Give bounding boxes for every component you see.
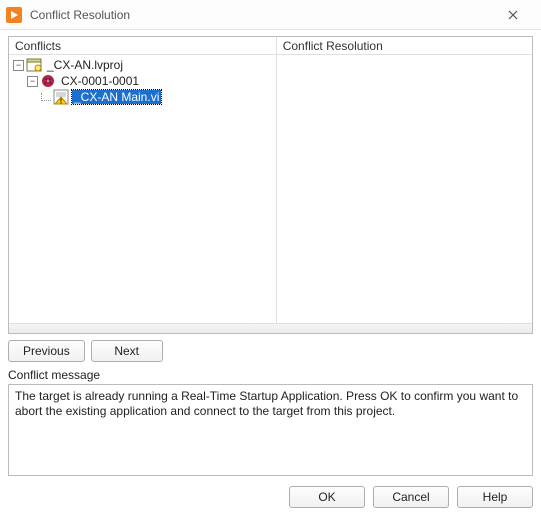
tree-node-label: CX-0001-0001 <box>59 74 141 88</box>
tree-node-label: _CX-AN.lvproj <box>45 58 125 72</box>
dialog-buttons: OK Cancel Help <box>8 486 533 508</box>
tree-node-project[interactable]: − _CX-AN.lvproj <box>13 57 272 73</box>
tree-connector <box>41 93 51 101</box>
tree-node-vi[interactable]: _CX-AN Main.vi <box>13 89 272 105</box>
app-icon <box>6 7 22 23</box>
conflicts-header: Conflicts <box>9 37 276 54</box>
target-icon <box>40 73 56 89</box>
resolution-header: Conflict Resolution <box>276 37 532 54</box>
conflict-message-text: The target is already running a Real-Tim… <box>15 389 518 418</box>
vi-warning-icon <box>53 89 69 105</box>
conflict-message-label: Conflict message <box>8 368 533 382</box>
tree-node-target[interactable]: − CX-0001-0001 <box>13 73 272 89</box>
tree-node-label: _CX-AN Main.vi <box>72 90 161 104</box>
pane-headers: Conflicts Conflict Resolution <box>9 37 532 55</box>
previous-button[interactable]: Previous <box>8 340 85 362</box>
window-close-button[interactable] <box>493 0 533 30</box>
horizontal-scrollbar[interactable] <box>9 323 532 333</box>
conflicts-tree-pane[interactable]: − _CX-AN.lvproj − <box>9 55 276 323</box>
collapse-icon[interactable]: − <box>13 60 24 71</box>
ok-button[interactable]: OK <box>289 486 365 508</box>
help-button[interactable]: Help <box>457 486 533 508</box>
title-bar: Conflict Resolution <box>0 0 541 30</box>
client-area: Conflicts Conflict Resolution − <box>0 30 541 520</box>
conflicts-tree: − _CX-AN.lvproj − <box>13 57 272 105</box>
resolution-pane[interactable] <box>276 55 532 323</box>
cancel-button[interactable]: Cancel <box>373 486 449 508</box>
next-button[interactable]: Next <box>91 340 163 362</box>
conflict-message-box: The target is already running a Real-Tim… <box>8 384 533 476</box>
window-title: Conflict Resolution <box>30 8 493 22</box>
conflict-panes: Conflicts Conflict Resolution − <box>8 36 533 334</box>
nav-row: Previous Next <box>8 340 533 362</box>
project-icon <box>26 57 42 73</box>
collapse-icon[interactable]: − <box>27 76 38 87</box>
